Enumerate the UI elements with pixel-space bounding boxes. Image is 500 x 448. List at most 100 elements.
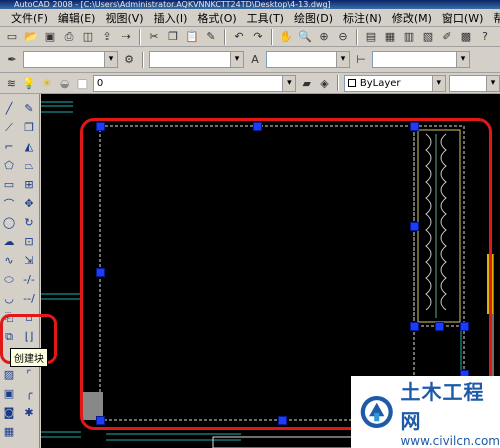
text-style-icon[interactable]: A: [247, 52, 263, 68]
table-icon[interactable]: ▦: [0, 423, 18, 440]
civilcn-logo-icon: [360, 395, 393, 429]
layers-toolbar: ≋ 💡 ☀ ◒ ■ 0 ▰ ◈ ByLayer: [0, 73, 500, 94]
layer-dropdown[interactable]: 0: [92, 74, 297, 92]
layer-dropdown-value: 0: [96, 77, 104, 89]
fillet-icon[interactable]: ╭: [20, 385, 38, 402]
etransmit-icon[interactable]: ⇢: [118, 29, 134, 45]
menu-window[interactable]: 窗口(W): [437, 10, 488, 26]
toolbar-separator: [356, 28, 358, 45]
print-preview-icon[interactable]: ◫: [80, 29, 96, 45]
menu-file[interactable]: 文件(F): [6, 10, 53, 26]
make-current-layer-icon[interactable]: ▰: [299, 75, 314, 91]
layer-manager-icon[interactable]: ≋: [4, 75, 19, 91]
ellipse-arc-icon[interactable]: ◡: [0, 290, 18, 307]
watermark-url: www.civilcn.com: [400, 434, 500, 448]
menu-dimension[interactable]: 标注(N): [338, 10, 387, 26]
menu-bar: 文件(F) 编辑(E) 视图(V) 插入(I) 格式(O) 工具(T) 绘图(D…: [0, 9, 500, 27]
site-watermark: 土木工程网 www.civilcn.com: [351, 376, 500, 448]
standard-toolbar: ▭ 📂 ▣ ⎙ ◫ ⇪ ⇢ ✂ ❐ 📋 ✎ ↶ ↷ ✋ 🔍 ⊕ ⊖ ▤ ▦ ▥ …: [0, 27, 500, 47]
watermark-title: 土木工程网: [400, 380, 485, 433]
menu-tools[interactable]: 工具(T): [242, 10, 289, 26]
layer-lock-icon[interactable]: ◒: [57, 75, 72, 91]
toolbar-separator: [224, 28, 226, 45]
tool-palettes-icon[interactable]: ▥: [401, 29, 417, 45]
offset-icon[interactable]: ⏢: [20, 157, 38, 174]
undo-icon[interactable]: ↶: [231, 29, 247, 45]
rotate-icon[interactable]: ↻: [20, 214, 38, 231]
stretch-icon[interactable]: ⇲: [20, 252, 38, 269]
menu-view[interactable]: 视图(V): [100, 10, 148, 26]
print-icon[interactable]: ⎙: [61, 29, 77, 45]
menu-format[interactable]: 格式(O): [192, 10, 241, 26]
watermark-text: 土木工程网 www.civilcn.com: [400, 376, 500, 448]
copy-object-icon[interactable]: ❐: [20, 119, 38, 136]
paste-icon[interactable]: 📋: [184, 29, 200, 45]
polygon-icon[interactable]: ⬠: [0, 157, 18, 174]
cut-icon[interactable]: ✂: [146, 29, 162, 45]
region-icon[interactable]: ◙: [0, 404, 18, 421]
layer-previous-icon[interactable]: ◈: [317, 75, 332, 91]
toolbar-separator: [139, 28, 141, 45]
revision-cloud-icon[interactable]: ☁: [0, 233, 18, 250]
workspace-settings-icon[interactable]: ⚙: [121, 52, 137, 68]
menu-help[interactable]: 帮: [488, 10, 500, 26]
help-icon[interactable]: ?: [477, 29, 493, 45]
table-style-dropdown[interactable]: [372, 51, 470, 68]
workspace-icon[interactable]: ✒: [4, 52, 20, 68]
workspace-toolbar: ✒ ⚙ A ⊢: [0, 47, 500, 73]
toolbar-separator: [271, 28, 273, 45]
dim-style-dropdown[interactable]: [266, 51, 350, 68]
save-icon[interactable]: ▣: [42, 29, 58, 45]
layer-color-swatch-icon[interactable]: ■: [75, 75, 90, 91]
quickcalc-icon[interactable]: ▩: [458, 29, 474, 45]
open-file-icon[interactable]: 📂: [23, 29, 39, 45]
rectangle-icon[interactable]: ▭: [0, 176, 18, 193]
copy-icon[interactable]: ❐: [165, 29, 181, 45]
mirror-icon[interactable]: ◭: [20, 138, 38, 155]
scale-icon[interactable]: ⊡: [20, 233, 38, 250]
zoom-window-icon[interactable]: ⊕: [316, 29, 332, 45]
array-icon[interactable]: ⊞: [20, 176, 38, 193]
ellipse-icon[interactable]: ⬭: [0, 271, 18, 288]
zoom-realtime-icon[interactable]: 🔍: [297, 29, 313, 45]
erase-icon[interactable]: ✎: [20, 100, 38, 117]
line-icon[interactable]: ╱: [0, 100, 18, 117]
new-file-icon[interactable]: ▭: [4, 29, 20, 45]
move-icon[interactable]: ✥: [20, 195, 38, 212]
pan-icon[interactable]: ✋: [278, 29, 294, 45]
spline-icon[interactable]: ∿: [0, 252, 18, 269]
trim-icon[interactable]: -/-: [20, 271, 38, 288]
extend-icon[interactable]: --/: [20, 290, 38, 307]
hatch-icon[interactable]: ▨: [0, 366, 18, 383]
publish-icon[interactable]: ⇪: [99, 29, 115, 45]
window-title: AutoCAD 2008 - [C:\Users\Administrator.A…: [14, 0, 331, 9]
menu-edit[interactable]: 编辑(E): [53, 10, 101, 26]
menu-insert[interactable]: 插入(I): [149, 10, 193, 26]
chamfer-icon[interactable]: ⌜: [20, 366, 38, 383]
workspace-dropdown[interactable]: [23, 51, 118, 68]
circle-icon[interactable]: ◯: [0, 214, 18, 231]
gradient-icon[interactable]: ▣: [0, 385, 18, 402]
menu-draw[interactable]: 绘图(D): [289, 10, 338, 26]
color-control-value: ByLayer: [359, 77, 401, 89]
tooltip-text: 创建块: [14, 354, 44, 365]
linetype-control-dropdown[interactable]: [448, 74, 500, 92]
construction-line-icon[interactable]: ⟋: [0, 119, 18, 136]
design-center-icon[interactable]: ▦: [382, 29, 398, 45]
arc-icon[interactable]: ⌒: [0, 195, 18, 212]
color-control-dropdown[interactable]: ByLayer: [343, 74, 446, 92]
zoom-previous-icon[interactable]: ⊖: [335, 29, 351, 45]
text-style-dropdown[interactable]: [149, 51, 244, 68]
dim-style-icon[interactable]: ⊢: [353, 52, 369, 68]
polyline-icon[interactable]: ⌐: [0, 138, 18, 155]
match-properties-icon[interactable]: ✎: [203, 29, 219, 45]
sheet-set-icon[interactable]: ▧: [420, 29, 436, 45]
layer-freeze-sun-icon[interactable]: ☀: [40, 75, 55, 91]
redo-icon[interactable]: ↷: [250, 29, 266, 45]
properties-icon[interactable]: ▤: [363, 29, 379, 45]
color-swatch: [347, 79, 356, 87]
explode-icon[interactable]: ✱: [20, 404, 38, 421]
menu-modify[interactable]: 修改(M): [387, 10, 437, 26]
markup-icon[interactable]: ✐: [439, 29, 455, 45]
layer-on-bulb-icon[interactable]: 💡: [22, 75, 37, 91]
